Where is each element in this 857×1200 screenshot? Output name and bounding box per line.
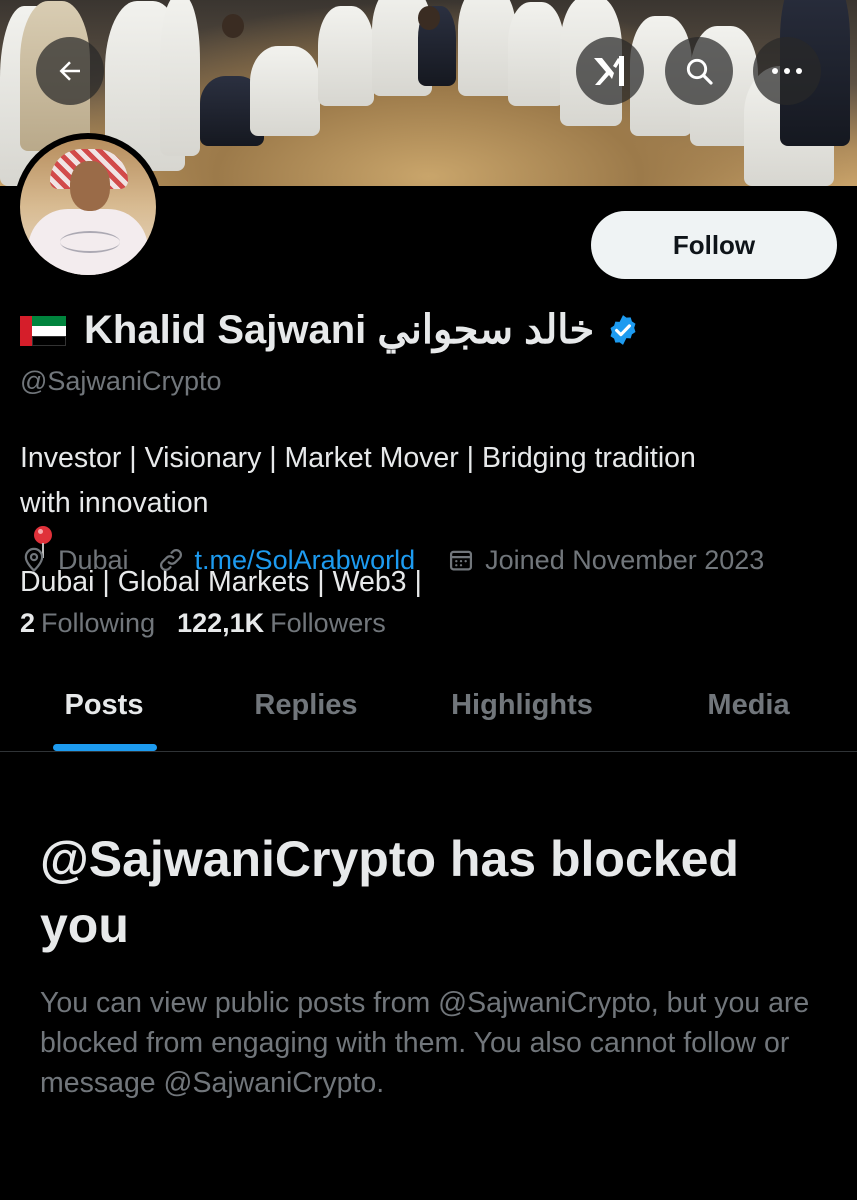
tab-media[interactable]: Media: [640, 660, 857, 751]
link-icon: [159, 549, 182, 571]
profile-name-row: Khalid Sajwani خالد سجواني: [20, 304, 640, 356]
back-button[interactable]: [36, 37, 104, 105]
search-icon: [683, 55, 715, 87]
follow-button[interactable]: Follow: [591, 211, 837, 279]
tab-posts[interactable]: Posts: [0, 660, 208, 751]
location-text: Dubai: [58, 544, 129, 575]
following-link[interactable]: 2 Following: [20, 608, 155, 639]
follow-stats: 2 Following 122,1K Followers: [20, 603, 386, 643]
user-handle: @SajwaniCrypto: [20, 366, 222, 396]
tab-replies[interactable]: Replies: [208, 660, 404, 751]
followers-count: 122,1K: [177, 607, 265, 638]
join-date: Joined November 2023: [447, 545, 764, 576]
blocked-description: You can view public posts from @SajwaniC…: [40, 987, 810, 1099]
more-options-button[interactable]: [753, 37, 821, 105]
arrow-left-icon: [55, 56, 85, 86]
joined-text: Joined November 2023: [485, 544, 765, 575]
grok-icon: [591, 54, 629, 88]
active-tab-indicator: [53, 744, 157, 751]
website-link[interactable]: t.me/SolArabworld: [195, 545, 416, 576]
location: Dubai: [20, 545, 129, 576]
grok-button[interactable]: [576, 37, 644, 105]
followers-label: Followers: [270, 607, 386, 638]
uae-flag-icon: [20, 316, 66, 346]
bio-line-1: Investor | Visionary | Market Mover | Br…: [20, 442, 696, 474]
profile-avatar[interactable]: [14, 133, 162, 281]
following-label: Following: [41, 607, 156, 638]
blocked-title: @SajwaniCrypto has blocked you: [40, 831, 739, 953]
tab-highlights[interactable]: Highlights: [404, 660, 640, 751]
website[interactable]: t.me/SolArabworld: [157, 545, 416, 576]
followers-link[interactable]: 122,1K Followers: [177, 608, 386, 639]
location-pin-icon: [24, 547, 44, 573]
calendar-icon: [450, 550, 473, 571]
profile-meta: Dubai t.me/SolArabworld Joined November …: [20, 540, 764, 580]
avatar-image: [20, 139, 156, 275]
more-horizontal-icon: [771, 67, 803, 75]
profile-tabs: Posts Replies Highlights Media: [0, 660, 857, 752]
bio-text-a: with innovation: [20, 487, 209, 519]
search-button[interactable]: [665, 37, 733, 105]
following-count: 2: [20, 607, 36, 638]
display-name: Khalid Sajwani خالد سجواني: [84, 308, 595, 352]
verified-badge-icon[interactable]: [606, 313, 640, 347]
